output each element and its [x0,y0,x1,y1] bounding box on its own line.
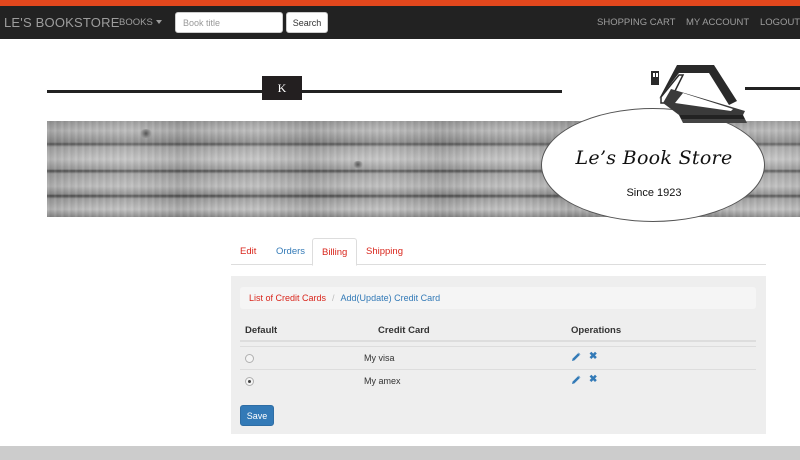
house-books-icon [651,65,747,123]
x-icon[interactable]: ✖ [589,374,597,386]
books-dropdown-label: BOOKS [119,17,153,28]
card-name: My amex [364,376,401,386]
pencil-icon[interactable] [571,375,581,385]
wood-knot [352,161,364,168]
decorative-line [47,90,262,93]
tab-shipping[interactable]: Shipping [357,238,412,265]
my-account-link[interactable]: MY ACCOUNT [686,17,749,28]
header-operations: Operations [571,325,622,336]
decorative-line [302,90,562,93]
x-icon[interactable]: ✖ [589,351,597,363]
tab-edit[interactable]: Edit [231,238,265,265]
logo-title: Le’s Book Store [575,147,733,169]
header-credit-card: Credit Card [378,325,430,336]
table-row: My visa ✖ [240,346,756,369]
header-default: Default [245,325,278,336]
breadcrumb-separator: / [332,293,335,303]
search-input[interactable] [175,12,283,33]
logo-since: Since 1923 [626,187,682,199]
books-dropdown[interactable]: BOOKS [119,17,162,28]
wood-knot [139,129,153,138]
table-row: My amex ✖ [240,369,756,392]
save-button[interactable]: Save [240,405,274,426]
breadcrumb-add-update-credit-card[interactable]: Add(Update) Credit Card [341,293,441,303]
footer-bar [0,446,800,460]
card-name: My visa [364,353,395,363]
pencil-icon[interactable] [571,352,581,362]
search-button[interactable]: Search [286,12,328,33]
caret-down-icon [155,20,162,24]
navbar: LE'S BOOKSTORE BOOKS Search SHOPPING CAR… [0,6,800,39]
k-badge: K [262,76,302,100]
default-radio[interactable] [245,377,254,386]
logout-link[interactable]: LOGOUT [760,17,800,28]
brand-link[interactable]: LE'S BOOKSTORE [4,15,120,30]
decorative-line [745,87,800,90]
table-header: Default Credit Card Operations [240,320,756,342]
default-radio[interactable] [245,354,254,363]
breadcrumb: List of Credit Cards / Add(Update) Credit … [240,287,756,309]
billing-panel: List of Credit Cards / Add(Update) Credit … [231,276,766,434]
breadcrumb-list-credit-cards[interactable]: List of Credit Cards [249,293,326,303]
tab-orders[interactable]: Orders [267,238,314,265]
shopping-cart-link[interactable]: SHOPPING CART [597,17,675,28]
account-tabs: Edit Orders Billing Shipping [231,238,766,266]
header-banner-area: K Le’s Book Store Since 1923 [0,39,800,229]
tab-billing[interactable]: Billing [312,238,358,266]
